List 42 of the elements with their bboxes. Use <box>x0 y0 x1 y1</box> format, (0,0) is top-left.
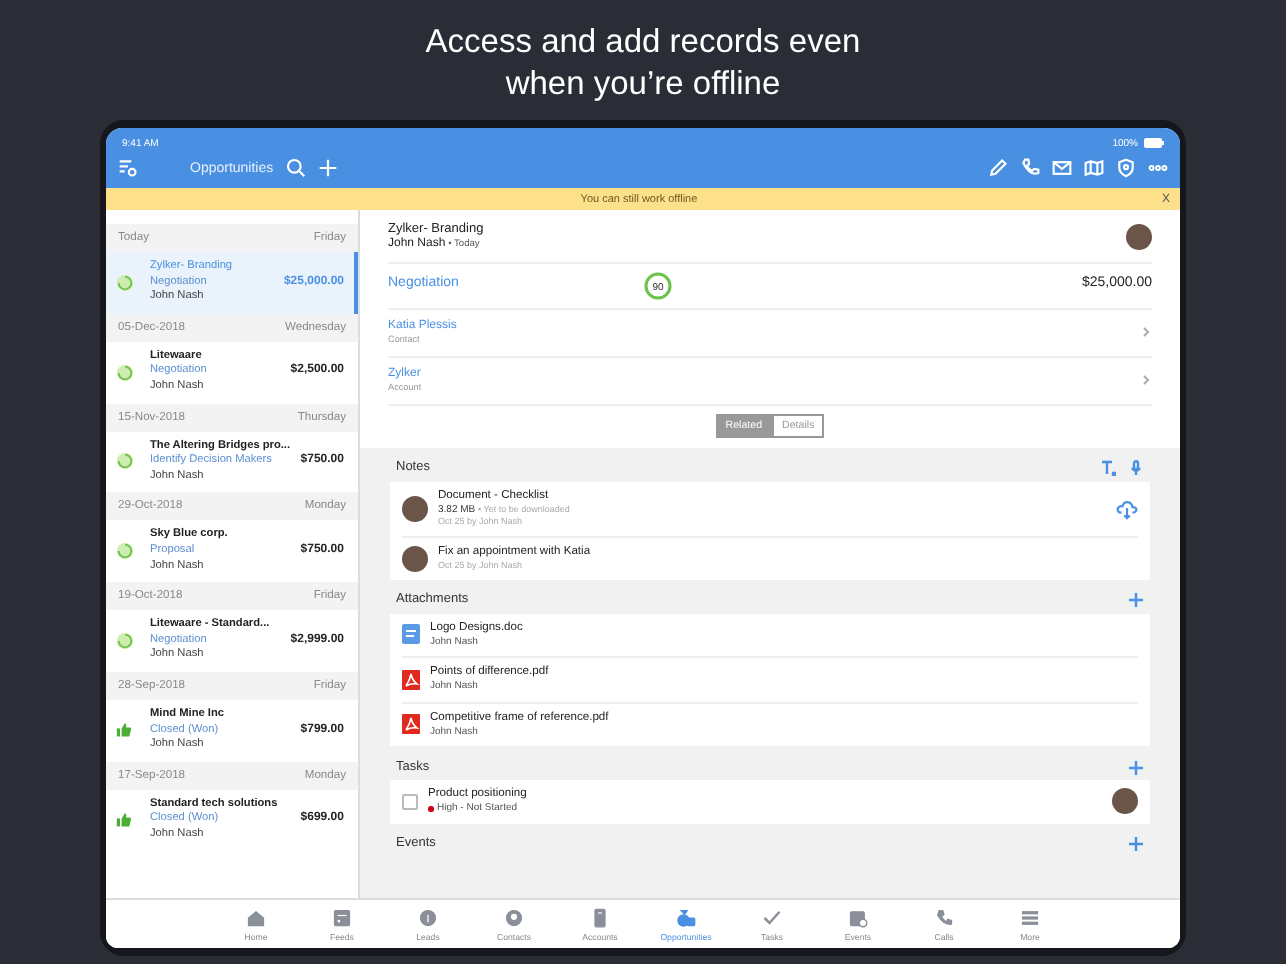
tab-icon <box>676 907 696 927</box>
tab-icon <box>418 907 438 927</box>
mail-icon[interactable] <box>1052 158 1072 178</box>
pdf-file-icon <box>402 714 420 735</box>
stage-progress-icon <box>116 542 134 561</box>
chevron-right-icon <box>1140 374 1152 387</box>
stage-progress-icon <box>116 363 134 382</box>
tab-icon <box>590 907 610 927</box>
document-file-icon <box>402 624 420 645</box>
tab-icon <box>762 907 782 927</box>
add-icon[interactable] <box>1128 592 1144 609</box>
tab-icon <box>934 907 954 927</box>
tab-icon <box>1020 907 1040 927</box>
headline: Access and add records even when you’re offline <box>423 22 863 106</box>
pdf-file-icon <box>402 669 420 690</box>
avatar <box>402 495 428 522</box>
search-icon[interactable] <box>285 158 306 178</box>
filter-settings-icon[interactable] <box>118 158 138 178</box>
tab-icon <box>332 907 352 927</box>
battery-icon <box>1144 138 1164 148</box>
chevron-right-icon <box>1140 326 1152 339</box>
avatar <box>1112 788 1138 815</box>
add-icon[interactable] <box>1128 759 1144 776</box>
avatar <box>402 545 428 572</box>
tab-icon <box>246 907 266 927</box>
edit-icon[interactable] <box>988 158 1008 178</box>
stage-progress-icon <box>116 632 134 651</box>
stage-progress-icon <box>116 452 134 471</box>
avatar <box>1126 224 1152 251</box>
thumbs-up-icon <box>116 722 132 739</box>
location-shield-icon[interactable] <box>1116 158 1136 178</box>
phone-icon[interactable] <box>1020 158 1040 178</box>
map-icon[interactable] <box>1084 158 1104 178</box>
microphone-icon[interactable] <box>1128 460 1144 477</box>
thumbs-up-icon <box>116 812 132 829</box>
tab-icon <box>504 907 524 927</box>
add-icon[interactable] <box>1128 836 1144 853</box>
task-checkbox[interactable] <box>402 793 418 810</box>
text-note-icon[interactable] <box>1100 460 1116 477</box>
cloud-download-icon[interactable] <box>1116 497 1138 520</box>
tab-icon <box>848 907 868 927</box>
stage-progress-icon <box>116 273 134 292</box>
